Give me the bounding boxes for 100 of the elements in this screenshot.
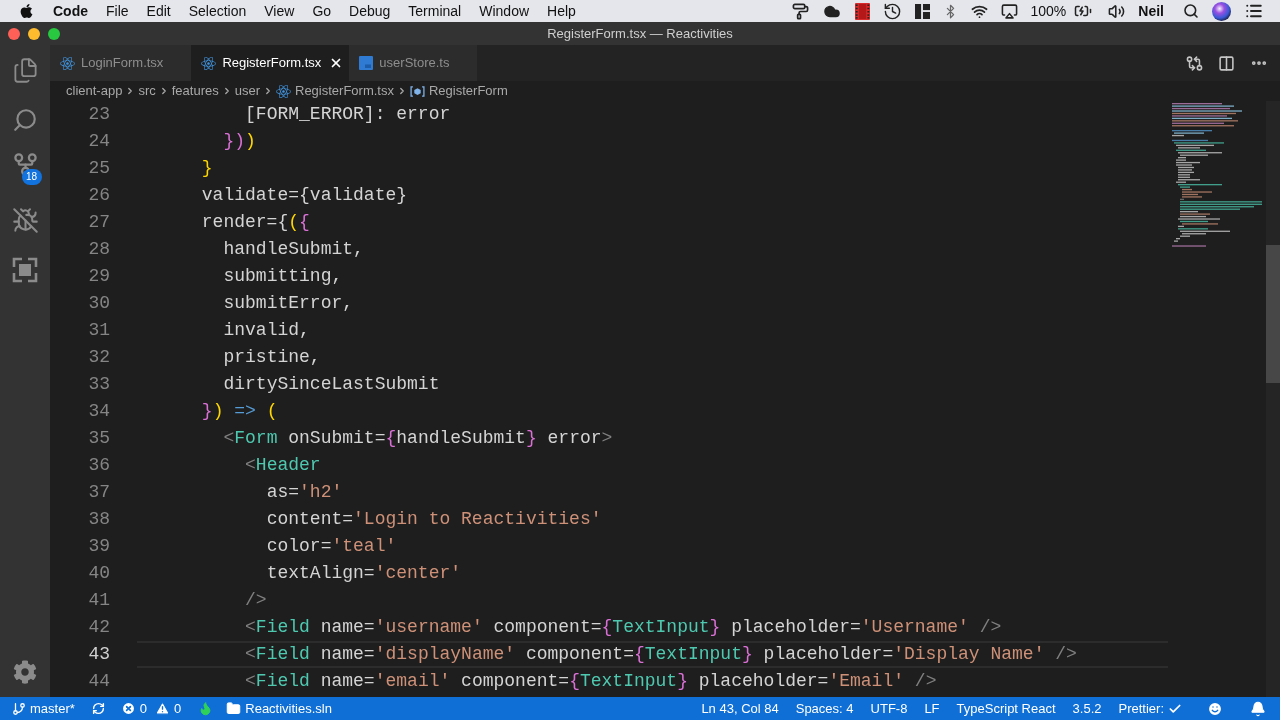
menu-item[interactable]: Selection	[179, 0, 256, 22]
zoom-window-button[interactable]	[48, 27, 60, 40]
line-number: 44	[88, 670, 110, 693]
list-icon[interactable]	[1244, 2, 1264, 20]
breadcrumb-item[interactable]: user	[234, 81, 260, 101]
line-number: 38	[88, 508, 110, 531]
breadcrumb-item[interactable]: client-app	[66, 81, 123, 101]
line-number: 34	[88, 400, 110, 423]
line-number: 31	[88, 319, 110, 342]
paint-roller-icon[interactable]	[791, 2, 809, 20]
breadcrumb-item[interactable]: src	[138, 81, 156, 101]
extensions-icon[interactable]	[12, 257, 38, 283]
battery-percentage: 100%	[1030, 1, 1067, 21]
branch-button[interactable]: master*	[12, 698, 75, 719]
code-line: render={({	[201, 211, 310, 234]
indentation-setting[interactable]: Spaces: 4	[795, 698, 854, 719]
menu-item[interactable]: View	[255, 0, 304, 22]
compare-icon[interactable]	[1186, 54, 1203, 72]
line-number: 23	[88, 103, 110, 126]
formatter-button[interactable]: Prettier:	[1118, 698, 1182, 719]
code-line: <Form onSubmit={handleSubmit} error>	[223, 427, 613, 450]
menu-item[interactable]: Window	[470, 0, 539, 22]
window-title: RegisterForm.tsx — Reactivities	[547, 24, 733, 43]
volume-icon[interactable]	[1108, 2, 1126, 20]
film-strip-icon[interactable]	[854, 2, 870, 20]
react-atom-icon	[60, 55, 75, 71]
encoding-setting[interactable]: UTF-8	[870, 698, 908, 719]
line-number: 36	[88, 454, 110, 477]
line-number: 30	[88, 292, 110, 315]
folder-icon	[226, 701, 242, 716]
code-line: textAlign='center'	[266, 562, 462, 585]
close-window-button[interactable]	[8, 27, 20, 40]
settings-icon[interactable]	[13, 660, 37, 684]
code-line: color='teal'	[266, 535, 397, 558]
branch-icon	[12, 701, 26, 716]
problems-button[interactable]: 0 0	[120, 698, 182, 719]
scrollbar-thumb[interactable]	[1266, 245, 1280, 383]
code-line: content='Login to Reactivities'	[266, 508, 602, 531]
code-line: }) => (	[201, 400, 278, 423]
line-number: 37	[88, 481, 110, 504]
code-line: <Field name='email' component={TextInput} placeholder='Email' />	[245, 670, 937, 693]
clock-history-icon[interactable]	[882, 1, 902, 21]
bug-slash-icon[interactable]	[11, 206, 39, 234]
line-number: 25	[88, 157, 110, 180]
line-number: 39	[88, 535, 110, 558]
code-line: <Field name='username' component={TextInput} placeholder='Username' />	[245, 616, 1002, 639]
line-number: 42	[88, 616, 110, 639]
code-line: [FORM_ERROR]: error	[245, 103, 451, 126]
typescript-version[interactable]: 3.5.2	[1072, 698, 1102, 719]
app-menu[interactable]: Code	[44, 0, 97, 22]
smiley-icon[interactable]	[1207, 700, 1223, 717]
code-line: }))	[223, 130, 256, 153]
code-line: as='h2'	[266, 481, 343, 504]
error-icon	[120, 701, 136, 716]
line-number: 40	[88, 562, 110, 585]
code-line: dirtySinceLastSubmit	[223, 373, 440, 396]
breadcrumb-item[interactable]: RegisterForm.tsx	[276, 81, 394, 101]
editor-tab[interactable]: RegisterForm.tsx	[191, 45, 350, 81]
layout-icon[interactable]	[914, 3, 930, 19]
square-file-icon	[359, 56, 374, 70]
menu-item[interactable]: Debug	[340, 0, 400, 22]
files-icon[interactable]	[11, 56, 39, 84]
split-editor-icon[interactable]	[1218, 54, 1235, 72]
code-line: />	[245, 589, 267, 612]
line-ending-setting[interactable]: LF	[924, 698, 940, 719]
apple-logo-icon[interactable]	[19, 3, 34, 19]
editor-tab[interactable]: userStore.ts	[349, 45, 478, 81]
code-line: submitError,	[223, 292, 354, 315]
menu-item[interactable]: Go	[303, 0, 341, 22]
code-line: validate={validate}	[201, 184, 408, 207]
warning-icon	[155, 701, 171, 716]
language-mode[interactable]: TypeScript React	[956, 698, 1056, 719]
menu-item[interactable]: Help	[538, 0, 585, 22]
editor-tab[interactable]: LoginForm.tsx	[50, 45, 192, 81]
line-number: 33	[88, 373, 110, 396]
code-line: }	[201, 157, 213, 180]
line-number: 35	[88, 427, 110, 450]
line-number: 29	[88, 265, 110, 288]
menu-item[interactable]: Edit	[137, 0, 180, 22]
search-icon[interactable]	[1183, 3, 1199, 19]
siri-orb-icon[interactable]	[1212, 1, 1231, 21]
line-number: 43	[88, 643, 110, 666]
cursor-position[interactable]: Ln 43, Col 84	[701, 698, 779, 719]
breadcrumb-item[interactable]: features	[171, 81, 219, 101]
count-badge: 18	[21, 169, 42, 185]
menu-item[interactable]: Terminal	[399, 0, 471, 22]
airplay-icon[interactable]	[1000, 2, 1018, 20]
line-number: 41	[88, 589, 110, 612]
user-name[interactable]: Neil	[1138, 0, 1164, 22]
react-atom-icon	[276, 83, 291, 99]
bell-icon[interactable]	[1250, 700, 1266, 717]
code-line: pristine,	[223, 346, 321, 369]
sync-icon[interactable]	[91, 702, 105, 715]
line-number: 32	[88, 346, 110, 369]
minimize-window-button[interactable]	[28, 27, 40, 40]
code-line: handleSubmit,	[223, 238, 364, 261]
solution-button[interactable]: Reactivities.sln	[226, 698, 332, 719]
breadcrumb-item[interactable]: RegisterForm	[409, 81, 508, 101]
menu-item[interactable]: File	[97, 0, 138, 22]
code-line: <Field name='displayName' component={TextInput} placeholder='Display Name' />	[245, 643, 1077, 666]
